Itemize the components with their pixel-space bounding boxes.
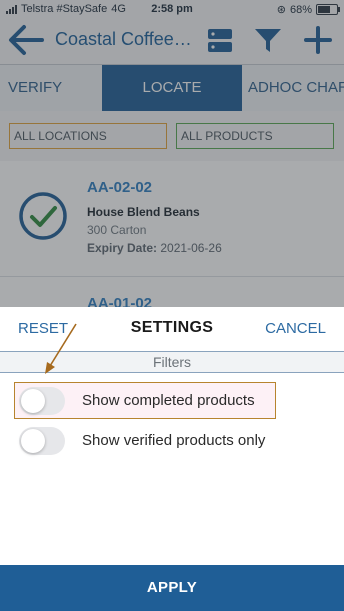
app-screen: Telstra #StaySafe 4G 2:58 pm ⊛ 68% Coast…	[0, 0, 344, 611]
toggle-knob	[21, 429, 45, 453]
toggle-knob	[21, 389, 45, 413]
option-show-verified: Show verified products only	[0, 422, 344, 460]
option-show-completed: Show completed products	[0, 382, 344, 420]
show-verified-label: Show verified products only	[82, 432, 266, 449]
show-verified-toggle[interactable]	[19, 427, 65, 455]
apply-button[interactable]: APPLY	[0, 565, 344, 611]
settings-header: RESET SETTINGS CANCEL	[0, 307, 344, 351]
show-completed-label: Show completed products	[82, 392, 255, 409]
show-completed-toggle[interactable]	[19, 387, 65, 415]
cancel-button[interactable]: CANCEL	[265, 320, 326, 337]
filters-section-header: Filters	[0, 351, 344, 373]
